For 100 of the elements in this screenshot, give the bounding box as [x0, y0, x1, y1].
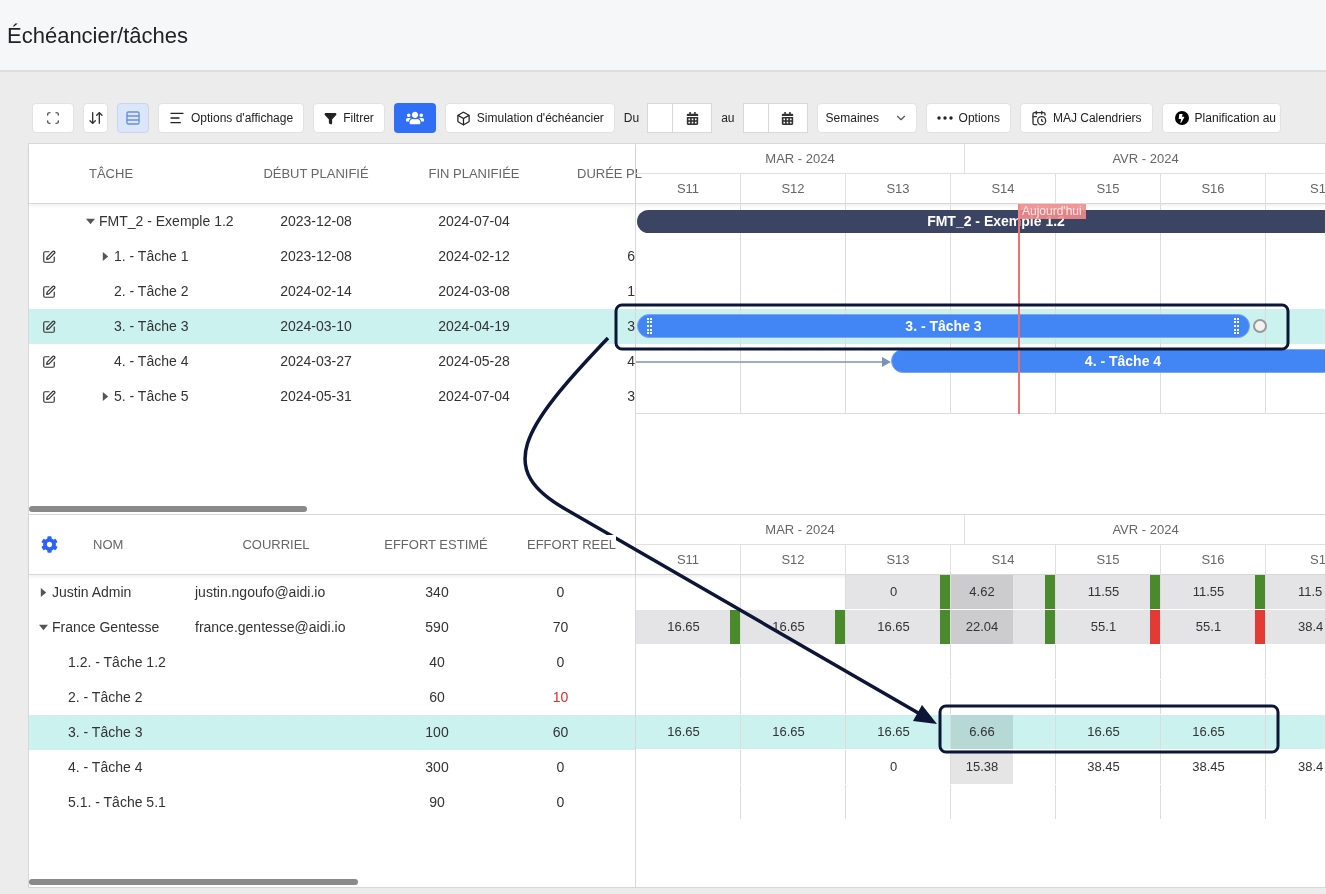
table-cell-text: 2024-03-08 — [437, 282, 511, 301]
effort-value: 16.65 — [666, 618, 701, 637]
link-handle[interactable] — [1253, 319, 1267, 333]
effort-value: 16.65 — [876, 723, 911, 742]
effort-value: 16.65 — [771, 618, 806, 637]
email-text: france.gentesse@aidi.io — [195, 619, 346, 635]
caret-icon[interactable] — [101, 392, 110, 401]
caret-icon[interactable] — [86, 217, 95, 226]
effort-value: 22.04 — [964, 618, 1000, 637]
week-label: S14 — [991, 180, 1015, 199]
edit-icon[interactable] — [42, 319, 56, 334]
effort-value: 11.5 — [1298, 583, 1323, 602]
drag-handle-icon[interactable] — [647, 318, 652, 334]
week-label: S16 — [1201, 551, 1225, 570]
resource-name: 1.2. - Tâche 1.2 — [68, 653, 166, 672]
effort-value: 4.62 — [968, 583, 996, 602]
table-cell-text: 2024-03-10 — [279, 317, 353, 336]
week-label: S13 — [886, 551, 910, 570]
toolbar-button[interactable]: Options d'affichage — [158, 103, 305, 133]
task-name: 2. - Tâche 2 — [114, 282, 189, 301]
team-button[interactable] — [393, 103, 436, 133]
calendar-button[interactable] — [673, 103, 713, 133]
calendar-clock-icon — [1030, 110, 1047, 126]
task-bar[interactable]: 4. - Tâche 4 — [891, 349, 1325, 373]
table-cell-text: 3 — [626, 317, 636, 336]
table-cell-text: 0 — [555, 583, 566, 602]
effort-value: 0 — [888, 758, 899, 777]
toolbar-button[interactable]: MAJ Calendriers — [1019, 103, 1153, 133]
table-cell-text: 40 — [428, 653, 446, 672]
effort-value: 38.4 — [1298, 618, 1324, 637]
effort-value: 38.45 — [1191, 758, 1226, 777]
date-field[interactable] — [742, 103, 769, 133]
effort-value: 16.65 — [771, 723, 806, 742]
toolbar-button[interactable]: Filtrer — [313, 103, 385, 133]
resource-name: 2. - Tâche 2 — [68, 688, 143, 707]
column-header: NOM — [93, 536, 124, 552]
resource-name: France Gentesse — [52, 618, 160, 637]
table-cell-text: 70 — [551, 618, 570, 637]
caret-icon[interactable] — [101, 252, 110, 261]
cube-icon — [455, 110, 471, 126]
task-name: FMT_2 - Exemple 1.2 — [99, 212, 234, 231]
table-cell-text: 2024-07-04 — [437, 387, 511, 406]
effort-value: 55.1 — [1194, 618, 1223, 637]
table-cell-text: 0 — [555, 653, 566, 672]
toolbar-icon-button[interactable] — [83, 103, 108, 133]
drag-handle-icon[interactable] — [1234, 318, 1239, 334]
task-bar[interactable]: 3. - Tâche 3 — [637, 314, 1250, 338]
edit-icon[interactable] — [42, 389, 56, 404]
toolbar-button[interactable]: Simulation d'échéancier — [444, 103, 615, 133]
bolt-icon — [1174, 111, 1189, 125]
resource-name: 4. - Tâche 4 — [68, 758, 143, 777]
lines-icon — [169, 110, 185, 126]
month-label: MAR - 2024 — [765, 520, 835, 539]
effort-value: 0 — [888, 583, 899, 602]
email-text: justin.ngoufo@aidi.io — [195, 584, 326, 600]
scrollbar-thumb[interactable] — [29, 879, 358, 885]
table-cell-text: 340 — [424, 583, 450, 602]
caret-icon[interactable] — [39, 588, 48, 597]
edit-icon[interactable] — [42, 354, 56, 369]
effort-value: 11.55 — [1086, 583, 1121, 602]
table-cell-text: 2024-05-28 — [437, 352, 511, 371]
week-label: S12 — [781, 180, 805, 199]
table-cell-text: 100 — [424, 723, 450, 742]
fullscreen-icon — [46, 111, 60, 125]
table-cell-text: 2024-02-12 — [437, 247, 511, 266]
calendar-button[interactable] — [768, 103, 808, 133]
scrollbar-thumb[interactable] — [29, 506, 307, 512]
effort-value: 16.65 — [876, 618, 911, 637]
settings-icon[interactable] — [40, 536, 58, 553]
week-label: S1 — [1310, 551, 1325, 570]
toolbar-button[interactable]: Planification au — [1161, 103, 1281, 133]
edit-icon[interactable] — [42, 249, 56, 264]
column-header: COURRIEL — [241, 535, 311, 554]
period-select[interactable]: Semaines — [816, 103, 917, 133]
month-label: MAR - 2024 — [765, 149, 835, 168]
resource-name: 3. - Tâche 3 — [68, 723, 143, 742]
effort-value: 38.45 — [1086, 758, 1121, 777]
table-cell-text: 2024-03-27 — [279, 352, 353, 371]
table-cell-text: 3 — [626, 387, 636, 406]
toolbar-button[interactable]: Options — [925, 103, 1011, 133]
month-label: AVR - 2024 — [1112, 520, 1179, 539]
table-cell-text: 0 — [555, 758, 566, 777]
page-title: Échéancier/tâches — [7, 21, 188, 50]
date-label: au — [721, 110, 735, 127]
table-cell-text: 2024-02-14 — [279, 282, 353, 301]
table-cell-text: 4 — [626, 352, 636, 371]
column-header: DÉBUT PLANIFIÉ — [262, 164, 370, 183]
date-label: Du — [623, 110, 640, 127]
table-cell-text: 1 — [626, 282, 636, 301]
edit-icon[interactable] — [42, 284, 56, 299]
week-label: S11 — [676, 551, 700, 570]
date-field[interactable] — [647, 103, 674, 133]
dots-icon — [936, 116, 953, 120]
week-label: S13 — [886, 180, 910, 199]
table-cell-text: 2023-12-08 — [279, 212, 353, 231]
effort-value: 6.66 — [968, 723, 996, 742]
caret-icon[interactable] — [39, 623, 48, 632]
week-label: S11 — [676, 180, 700, 199]
resource-name: 5.1. - Tâche 5.1 — [68, 793, 166, 812]
effort-value: 38.4 — [1298, 758, 1324, 777]
